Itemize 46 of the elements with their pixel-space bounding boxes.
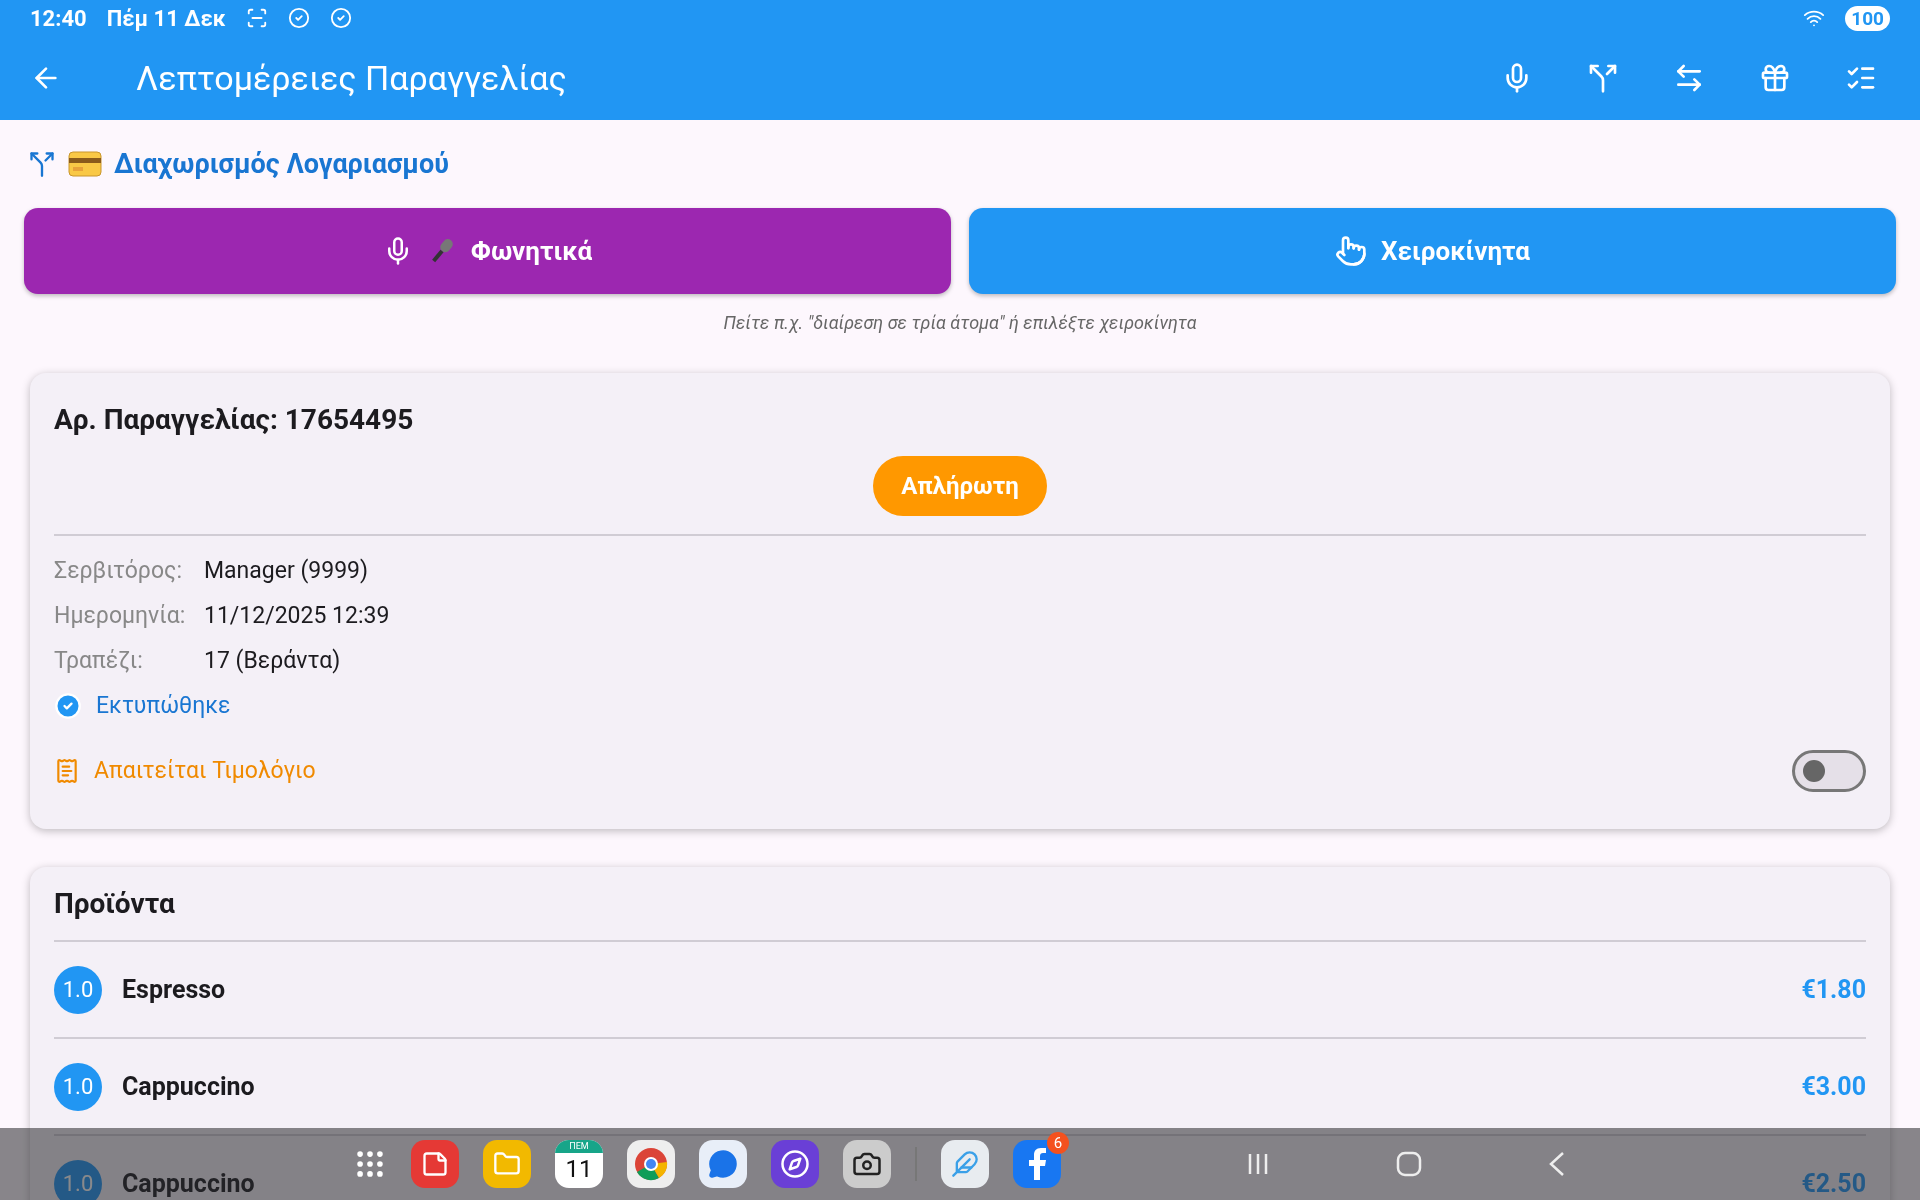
order-number: Αρ. Παραγγελίας: 17654495 [54,403,415,436]
check-icon [329,7,352,29]
status-badge: Απλήρωτη [873,456,1047,516]
messages-app-icon[interactable] [699,1140,747,1188]
printed-status: Εκτυπώθηκε [96,692,231,719]
folder-app-icon[interactable] [483,1140,531,1188]
receipt-icon [54,757,80,784]
field-label: Ημερομηνία: [54,602,187,629]
browser-app-icon[interactable] [627,1140,675,1188]
field-label: Τραπέζι: [54,647,144,674]
quantity-badge: 1.0 [54,1159,102,1200]
home-button[interactable] [1395,1150,1423,1178]
products-title: Προϊόντα [54,887,176,920]
pointer-hand-icon [1335,235,1368,267]
invoice-label: Απαιτείται Τιμολόγιο [94,757,316,784]
product-price: €3.00 [1801,1072,1866,1101]
split-icon [28,150,56,178]
credit-card-icon [68,151,102,177]
field-label: Σερβιτόρος: [54,557,183,584]
compass-app-icon[interactable] [771,1140,819,1188]
field-value: 11/12/2025 12:39 [204,602,390,629]
product-price: €1.80 [1801,975,1866,1004]
product-price: €2.50 [1801,1169,1866,1198]
section-title: Διαχωρισμός Λογαριασμού [114,148,449,180]
feather-app-icon[interactable] [941,1140,989,1188]
battery-level: 100 [1845,5,1890,31]
status-time: 12:40 [30,5,87,31]
camera-app-icon[interactable] [843,1140,891,1188]
check-icon [287,7,310,29]
calendar-app-icon[interactable]: ΠΕΜ 11 [555,1140,603,1188]
notes-app-icon[interactable] [411,1140,459,1188]
screenshot-icon [245,7,268,29]
hint-text: Πείτε π.χ. "διαίρεση σε τρία άτομα" ή επιλέξτε χειροκίνητα [722,312,1198,333]
field-value: 17 (Βεράντα) [204,647,341,674]
field-value: Manager (9999) [204,557,368,584]
voice-button[interactable]: Φωνητικά [24,208,951,294]
quantity-badge: 1.0 [54,965,102,1014]
product-name: Cappuccino [122,1072,256,1101]
product-name: Espresso [122,975,227,1004]
quantity-badge: 1.0 [54,1062,102,1111]
gift-icon[interactable] [1759,62,1791,94]
invoice-toggle[interactable] [1792,749,1866,792]
app-bar-title: Λεπτομέρειες Παραγγελίας [136,58,568,98]
split-icon[interactable] [1587,62,1619,94]
status-date: Πέμ 11 Δεκ [106,5,226,31]
product-name: Cappuccino [122,1169,256,1198]
